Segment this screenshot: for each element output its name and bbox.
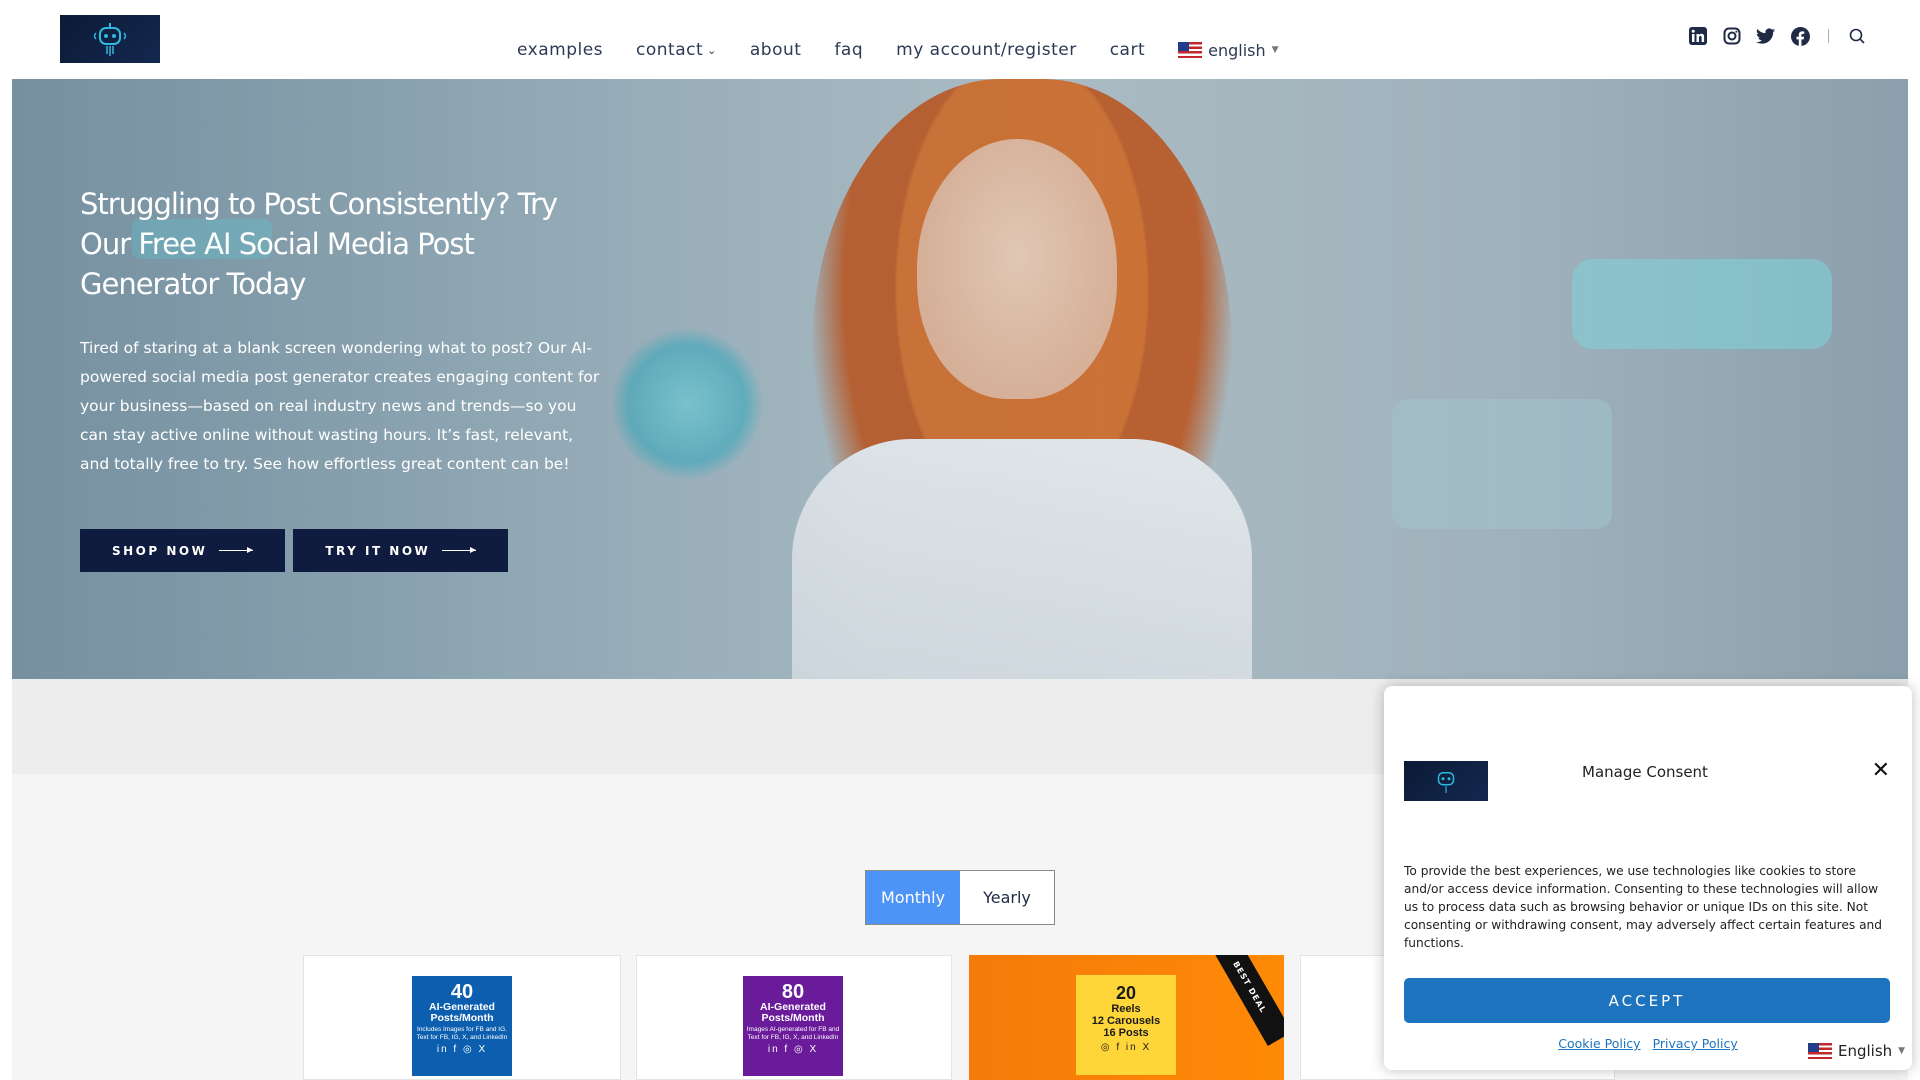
nav-label: my account/register bbox=[896, 40, 1077, 60]
social-links bbox=[1688, 26, 1867, 46]
language-label: english bbox=[1208, 40, 1266, 60]
hero-title: Struggling to Post Consistently? Try Our… bbox=[80, 187, 558, 301]
main-nav: examples contact ⌄ about faq my account/r… bbox=[517, 40, 1279, 60]
social-icons-row: ◎ f in X bbox=[1100, 1042, 1152, 1053]
nav-label: faq bbox=[834, 40, 864, 60]
nav-examples[interactable]: examples bbox=[517, 40, 603, 60]
product-count: 80 bbox=[781, 981, 805, 1003]
best-deal-ribbon: BEST DEAL bbox=[1207, 955, 1284, 1046]
consent-logo bbox=[1404, 761, 1488, 801]
pricing-card[interactable]: 80 AI-Generated Posts/Month Images AI-ge… bbox=[636, 955, 952, 1080]
nav-label: contact bbox=[636, 40, 704, 60]
product-label: AI-Generated Posts/Month bbox=[429, 1001, 495, 1024]
button-label: SHOP NOW bbox=[112, 543, 208, 558]
chevron-down-icon: ⌄ bbox=[707, 43, 717, 57]
product-subtext: Includes Images for FB and IG. Text for … bbox=[416, 1026, 508, 1041]
hero-buttons: SHOP NOW TRY IT NOW bbox=[80, 529, 509, 572]
product-count: 20 bbox=[1115, 983, 1137, 1003]
search-icon[interactable] bbox=[1847, 26, 1867, 46]
nav-label: about bbox=[749, 40, 802, 60]
nav-faq[interactable]: faq bbox=[834, 40, 863, 60]
product-image: 40 AI-Generated Posts/Month Includes Ima… bbox=[412, 976, 512, 1076]
linkedin-icon[interactable] bbox=[1688, 26, 1708, 46]
consent-language-switcher[interactable]: English ▼ bbox=[1808, 1042, 1905, 1060]
hero-text: Struggling to Post Consistently? Try Our… bbox=[80, 184, 600, 479]
caret-down-icon: ▼ bbox=[1898, 1046, 1906, 1056]
toggle-yearly[interactable]: Yearly bbox=[960, 871, 1054, 924]
privacy-policy-link[interactable]: Privacy Policy bbox=[1653, 1036, 1738, 1051]
divider bbox=[1828, 29, 1829, 43]
nav-label: examples bbox=[517, 40, 604, 60]
toggle-monthly[interactable]: Monthly bbox=[866, 871, 960, 924]
consent-dialog: Manage Consent ✕ To provide the best exp… bbox=[1384, 686, 1912, 1070]
consent-title: Manage Consent bbox=[1582, 763, 1708, 781]
us-flag-icon bbox=[1808, 1043, 1832, 1059]
close-icon[interactable]: ✕ bbox=[1872, 758, 1890, 783]
arrow-right-icon bbox=[219, 547, 254, 553]
social-icons-row: in f ◎ X bbox=[767, 1044, 819, 1055]
nav-label: cart bbox=[1109, 40, 1146, 60]
shop-now-button[interactable]: SHOP NOW bbox=[80, 529, 286, 572]
product-label: AI-Generated Posts/Month bbox=[760, 1001, 826, 1024]
product-label: 12 Carousels bbox=[1091, 1015, 1161, 1027]
us-flag-icon bbox=[1178, 42, 1203, 58]
billing-toggle: Monthly Yearly bbox=[865, 870, 1055, 925]
robot-logo-icon bbox=[93, 23, 127, 56]
product-label: 16 Posts bbox=[1103, 1027, 1149, 1039]
nav-about[interactable]: about bbox=[750, 40, 802, 60]
nav-my-account[interactable]: my account/register bbox=[896, 40, 1077, 60]
pricing-card-featured[interactable]: 20 Reels 12 Carousels 16 Posts ◎ f in X … bbox=[969, 955, 1284, 1080]
social-icons-row: in f ◎ X bbox=[436, 1044, 488, 1055]
hero-description: Tired of staring at a blank screen wonde… bbox=[80, 339, 600, 473]
arrow-right-icon bbox=[442, 547, 477, 553]
try-it-now-button[interactable]: TRY IT NOW bbox=[293, 529, 509, 572]
product-count: 40 bbox=[450, 981, 474, 1003]
site-header: examples contact ⌄ about faq my account/r… bbox=[0, 0, 1920, 79]
cookie-policy-link[interactable]: Cookie Policy bbox=[1558, 1036, 1640, 1051]
language-label: English bbox=[1838, 1042, 1893, 1060]
nav-contact[interactable]: contact ⌄ bbox=[636, 40, 717, 60]
nav-cart[interactable]: cart bbox=[1110, 40, 1145, 60]
robot-logo-icon bbox=[1437, 772, 1455, 793]
product-label: Reels bbox=[1111, 1003, 1141, 1015]
button-label: TRY IT NOW bbox=[325, 543, 431, 558]
product-image: 80 AI-Generated Posts/Month Images AI-ge… bbox=[743, 976, 843, 1076]
pricing-card[interactable]: 40 AI-Generated Posts/Month Includes Ima… bbox=[303, 955, 621, 1080]
facebook-icon[interactable] bbox=[1790, 26, 1810, 46]
twitter-icon[interactable] bbox=[1756, 26, 1776, 46]
product-subtext: Images AI-generated for FB and Text for … bbox=[746, 1026, 840, 1041]
caret-down-icon: ▼ bbox=[1271, 45, 1279, 55]
language-switcher[interactable]: english ▼ bbox=[1178, 40, 1279, 60]
hero-banner: Struggling to Post Consistently? Try Our… bbox=[12, 79, 1908, 679]
site-logo[interactable] bbox=[60, 15, 160, 63]
accept-button[interactable]: ACCEPT bbox=[1404, 978, 1890, 1023]
instagram-icon[interactable] bbox=[1722, 26, 1742, 46]
consent-text: To provide the best experiences, we use … bbox=[1404, 864, 1883, 950]
product-image: 20 Reels 12 Carousels 16 Posts ◎ f in X bbox=[1076, 975, 1176, 1075]
